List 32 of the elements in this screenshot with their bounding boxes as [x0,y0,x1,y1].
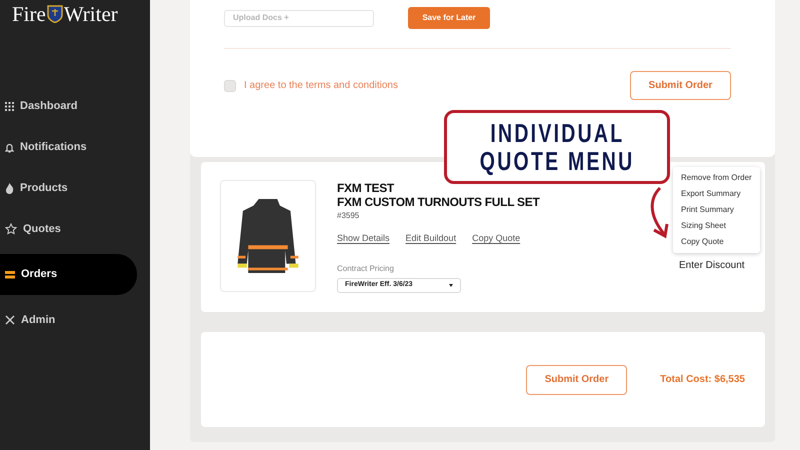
bell-icon [5,142,14,152]
sidebar-item[interactable]: Notifications [0,131,150,163]
enter-discount-label: Enter Discount [679,259,745,273]
terms-checkbox[interactable] [224,80,236,92]
sidebar-item[interactable]: Admin [0,304,150,336]
annotation-text: INDIVIDUAL [490,119,624,147]
annotation-text: QUOTE MENU [480,147,634,175]
tools-icon [5,315,15,325]
terms-label: I agree to the terms and conditions [244,79,398,93]
quote-title: FXM TEST [337,181,396,195]
flame-icon [5,182,14,194]
sidebar-item[interactable]: Dashboard [0,90,150,122]
menu-item[interactable]: Sizing Sheet [681,218,752,234]
caret-icon [449,284,453,286]
bars-icon [5,270,15,278]
menu-item[interactable]: Print Summary [681,202,752,218]
quote-link[interactable]: Show Details [337,232,390,246]
quote-link[interactable]: Copy Quote [472,232,520,246]
quote-link[interactable]: Edit Buildout [406,232,456,246]
menu-item[interactable]: Copy Quote [681,234,752,250]
sidebar-item[interactable]: Orders [0,254,137,295]
sidebar-item[interactable]: Quotes [0,213,150,245]
grid-icon [5,102,14,110]
quote-number: #3595 [337,210,360,222]
star-icon [5,223,17,235]
menu-item[interactable]: Remove from Order [681,170,752,186]
product-name: FXM CUSTOM TURNOUTS FULL SET [337,195,540,209]
total-cost: Total Cost: $6,535 [660,373,745,387]
menu-item[interactable]: Export Summary [681,186,752,202]
contract-pricing-label: Contract Pricing [337,262,395,274]
sidebar-item[interactable]: Products [0,172,150,204]
firewriter-logo: Fire Writer [12,2,118,26]
